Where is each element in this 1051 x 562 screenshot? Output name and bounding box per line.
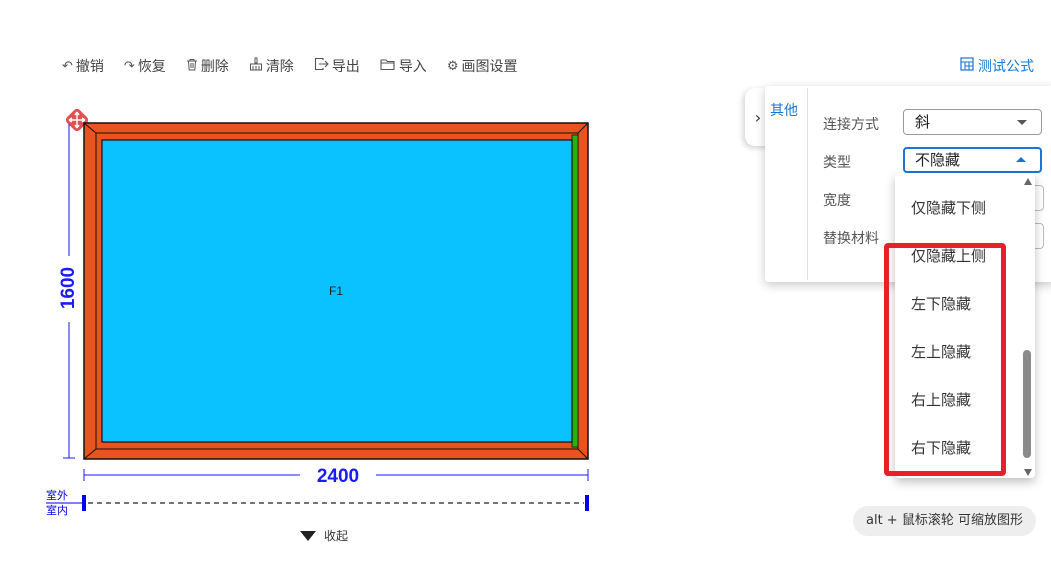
panel-divider [807,88,808,280]
delete-label: 删除 [200,59,229,75]
dropdown-option[interactable]: 右下隐藏 [911,437,971,458]
connection-value: 斜 [915,113,931,131]
type-dropdown-list [895,173,1035,478]
undo-icon: ↶ [62,58,73,74]
scrollbar-thumb[interactable] [1023,350,1031,458]
caret-up-icon [1016,157,1026,162]
height-dimension[interactable]: 1600 [58,124,79,459]
test-formula-button[interactable]: 测试公式 [960,56,1034,76]
collapse-button[interactable]: 收起 [300,527,348,544]
scroll-down-arrow-icon[interactable] [1024,469,1032,476]
dropdown-option[interactable]: 左下隐藏 [911,293,971,314]
trash-icon [186,58,198,75]
broom-icon [249,57,263,75]
tab-other[interactable]: 其他 [770,100,798,120]
redo-label: 恢复 [137,59,166,75]
undo-button[interactable]: ↶ 撤销 [62,56,104,76]
drawing-settings-label: 画图设置 [461,59,518,75]
type-label: 类型 [823,155,851,171]
test-formula-label: 测试公式 [978,59,1034,75]
dropdown-option[interactable]: 仅隐藏下侧 [911,197,986,218]
connection-select[interactable]: 斜 [903,109,1042,135]
export-button[interactable]: 导出 [314,56,360,76]
undo-label: 撤销 [75,59,104,75]
type-select[interactable]: 不隐藏 [903,147,1042,173]
calculator-icon [960,57,974,75]
material-label: 替换材料 [823,231,879,247]
outside-label: 室外 [46,489,68,502]
dropdown-scrollbar[interactable] [1021,178,1033,476]
inside-label: 室内 [46,504,68,517]
panel-label: F1 [329,284,343,298]
width-label: 宽度 [823,193,851,209]
scroll-up-arrow-icon[interactable] [1024,178,1032,185]
caret-down-icon [1017,120,1027,125]
zoom-hint: alt + 鼠标滚轮 可缩放图形 [853,506,1036,536]
dropdown-option[interactable]: 仅隐藏上侧 [911,245,986,266]
redo-icon: ↷ [123,58,135,74]
drawing-settings-button[interactable]: ⚙ 画图设置 [447,56,518,76]
dropdown-option[interactable]: 左上隐藏 [911,341,971,362]
export-icon [314,57,329,75]
export-label: 导出 [331,59,360,75]
triangle-down-icon [300,530,316,541]
clear-button[interactable]: 清除 [249,56,294,76]
toolbar: ↶ 撤销 ↷ 恢复 删除 清除 导出 导入 ⚙ 画图设置 [62,56,537,76]
inside-outside-line [46,495,589,511]
import-label: 导入 [398,59,427,75]
height-dimension-text: 1600 [58,267,79,309]
import-button[interactable]: 导入 [380,56,427,76]
collapse-label: 收起 [324,529,349,543]
redo-button[interactable]: ↷ 恢复 [124,56,166,76]
dropdown-option[interactable]: 右上隐藏 [911,389,971,410]
connection-label: 连接方式 [823,117,879,133]
window-drawing[interactable]: F1 1600 2400 [0,100,620,560]
width-dimension-text: 2400 [317,466,359,487]
chevron-right-icon: › [754,107,762,127]
clear-label: 清除 [265,59,294,75]
delete-button[interactable]: 删除 [186,56,229,76]
folder-icon [380,58,396,75]
gear-icon: ⚙ [446,58,459,74]
width-dimension[interactable]: 2400 [83,466,589,487]
type-value: 不隐藏 [915,151,961,169]
